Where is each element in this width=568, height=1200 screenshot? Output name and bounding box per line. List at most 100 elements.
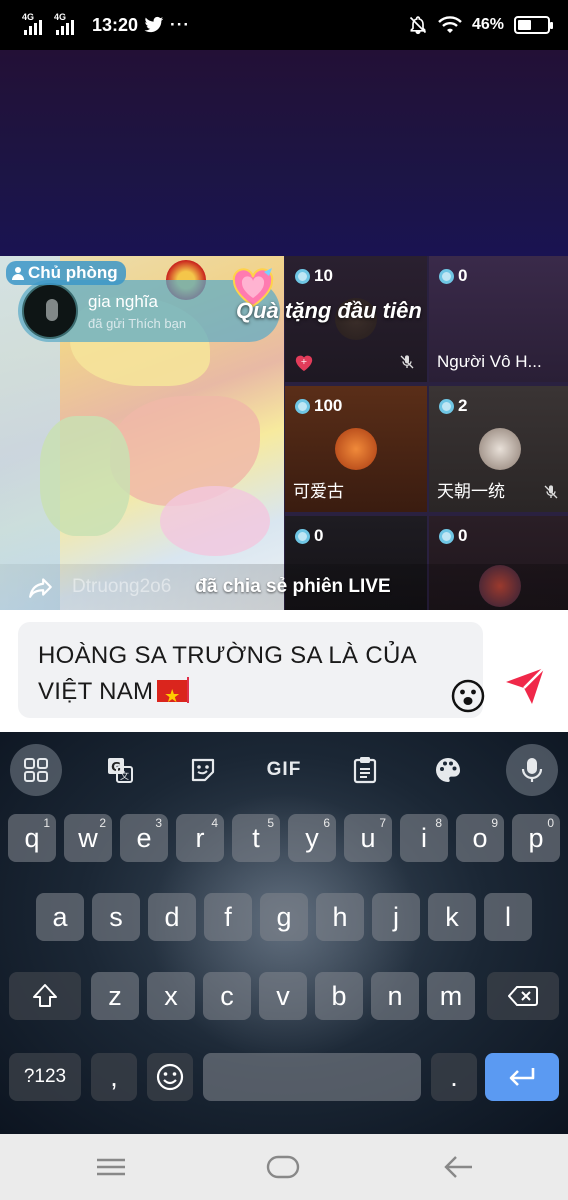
key-label: e <box>136 822 152 853</box>
gif-button[interactable]: GIF <box>258 744 310 796</box>
key-s[interactable]: s <box>92 893 140 941</box>
space-key[interactable] <box>203 1053 421 1101</box>
heart-gift-icon: + <box>295 355 313 372</box>
coin-value: 0 <box>314 526 324 545</box>
battery-fill <box>518 20 531 30</box>
key-hint: 5 <box>267 816 274 830</box>
key-t[interactable]: t5 <box>232 814 280 862</box>
guest-avatar <box>479 428 521 470</box>
key-label: q <box>24 822 40 853</box>
more-dots-icon: ··· <box>170 15 191 34</box>
key-a[interactable]: a <box>36 893 84 941</box>
key-u[interactable]: u7 <box>344 814 392 862</box>
key-label: y <box>305 822 319 853</box>
key-w[interactable]: w2 <box>64 814 112 862</box>
key-label: r <box>195 822 205 853</box>
key-label: n <box>387 980 403 1011</box>
comma-key[interactable]: , <box>91 1053 137 1101</box>
host-subtitle: đã gửi Thích bạn <box>88 315 187 331</box>
guest-seat[interactable]: 2 天朝一统 <box>429 386 568 512</box>
key-l[interactable]: l <box>484 893 532 941</box>
comment-text[interactable]: HOÀNG SA TRƯỜNG SA LÀ CỦA VIỆT NAM <box>38 638 418 714</box>
key-label: t <box>252 822 260 853</box>
key-j[interactable]: j <box>372 893 420 941</box>
twitter-icon <box>144 16 164 33</box>
key-x[interactable]: x <box>147 972 195 1020</box>
host-label-text: Chủ phòng <box>28 263 118 282</box>
key-label: k <box>445 901 459 932</box>
key-c[interactable]: c <box>203 972 251 1020</box>
home-icon[interactable] <box>266 1152 300 1182</box>
translate-icon[interactable]: G文 <box>94 744 146 796</box>
shift-key[interactable] <box>9 972 81 1020</box>
coin-value: 10 <box>314 266 333 285</box>
key-hint: 9 <box>491 816 498 830</box>
diamond-icon <box>439 398 454 414</box>
key-h[interactable]: h <box>316 893 364 941</box>
enter-key[interactable] <box>485 1053 559 1101</box>
key-b[interactable]: b <box>315 972 363 1020</box>
svg-text:+: + <box>301 356 308 366</box>
mic-icon[interactable] <box>506 744 558 796</box>
key-i[interactable]: i8 <box>400 814 448 862</box>
key-e[interactable]: e3 <box>120 814 168 862</box>
keyboard: G文 GIF q1w2e3r4t5y6u7i8o9p0asdfghjklzxcv… <box>0 732 568 1134</box>
signal-icon: 4G <box>22 12 48 35</box>
key-k[interactable]: k <box>428 893 476 941</box>
live-room: 10 + 0 Người Vô H... 100 可爱古 2 天朝一统 0 0 <box>0 256 568 610</box>
recents-icon[interactable] <box>94 1152 128 1182</box>
comment-text-value: HOÀNG SA TRƯỜNG SA LÀ CỦA VIỆT NAM <box>38 642 416 705</box>
status-bar: 4G 4G 13:20 ··· 46% <box>0 0 568 50</box>
coin-count: 100 <box>295 396 342 416</box>
key-f[interactable]: f <box>204 893 252 941</box>
guest-seat[interactable]: 0 Người Vô H... <box>429 256 568 382</box>
key-m[interactable]: m <box>427 972 475 1020</box>
key-label: m <box>439 980 463 1011</box>
key-n[interactable]: n <box>371 972 419 1020</box>
mic-muted-icon <box>544 485 558 499</box>
key-d[interactable]: d <box>148 893 196 941</box>
key-label: h <box>332 901 348 932</box>
backspace-key[interactable] <box>487 972 559 1020</box>
key-label: z <box>108 980 122 1011</box>
share-text: đã chia sẻ phiên LIVE <box>195 576 391 597</box>
key-label: d <box>164 901 180 932</box>
emoji-key[interactable] <box>147 1053 193 1101</box>
key-label: f <box>224 901 232 932</box>
key-label: v <box>276 980 290 1011</box>
symbols-key[interactable]: ?123 <box>9 1053 81 1101</box>
guest-avatar <box>335 428 377 470</box>
apps-grid-icon[interactable] <box>10 744 62 796</box>
key-o[interactable]: o9 <box>456 814 504 862</box>
signal-icon: 4G <box>54 12 80 35</box>
keyboard-toolbar: G文 GIF <box>0 732 568 802</box>
key-label: p <box>528 822 544 853</box>
battery-percent: 46% <box>471 16 504 33</box>
key-v[interactable]: v <box>259 972 307 1020</box>
host-avatar[interactable] <box>22 283 78 339</box>
key-g[interactable]: g <box>260 893 308 941</box>
period-key[interactable]: . <box>431 1053 477 1101</box>
key-label: b <box>331 980 347 1011</box>
key-label: a <box>52 901 68 932</box>
palette-icon[interactable] <box>422 744 474 796</box>
key-label: l <box>505 901 511 932</box>
key-hint: 8 <box>435 816 442 830</box>
comment-input[interactable]: HOÀNG SA TRƯỜNG SA LÀ CỦA VIỆT NAM <box>18 622 486 718</box>
clipboard-icon[interactable] <box>339 744 391 796</box>
key-y[interactable]: y6 <box>288 814 336 862</box>
key-label: x <box>164 980 178 1011</box>
key-p[interactable]: p0 <box>512 814 560 862</box>
key-r[interactable]: r4 <box>176 814 224 862</box>
key-q[interactable]: q1 <box>8 814 56 862</box>
key-label: i <box>421 822 427 853</box>
diamond-icon <box>439 528 454 544</box>
key-z[interactable]: z <box>91 972 139 1020</box>
send-button[interactable] <box>502 662 548 708</box>
host-name: gia nghĩa <box>88 291 158 311</box>
emoji-button[interactable] <box>450 678 486 714</box>
sticker-icon[interactable] <box>177 744 229 796</box>
back-icon[interactable] <box>442 1152 476 1182</box>
guest-seat[interactable]: 100 可爱古 <box>285 386 427 512</box>
coin-count: 0 <box>295 526 323 546</box>
